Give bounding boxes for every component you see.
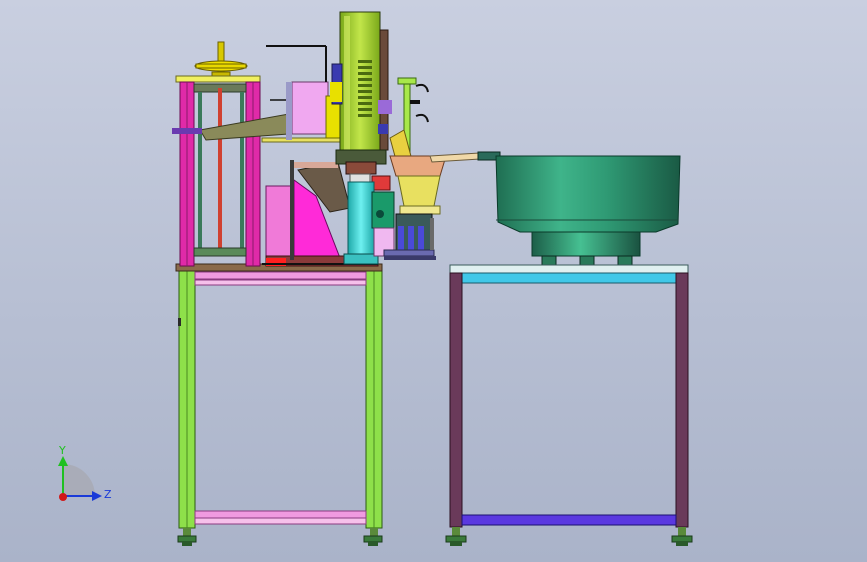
press-ram (330, 11, 395, 265)
left-table-frame (175, 263, 383, 546)
coordinate-triad: Y Z (58, 444, 112, 501)
cad-viewport[interactable]: Y Z (0, 0, 867, 562)
origin-marker (59, 493, 67, 501)
machine-assembly-drawing: Y Z (58, 11, 693, 546)
vibratory-bowl-feeder (477, 151, 681, 267)
z-axis-label: Z (104, 488, 112, 501)
y-axis-label: Y (58, 444, 66, 457)
feed-station (383, 77, 497, 260)
right-table-frame (445, 264, 693, 546)
